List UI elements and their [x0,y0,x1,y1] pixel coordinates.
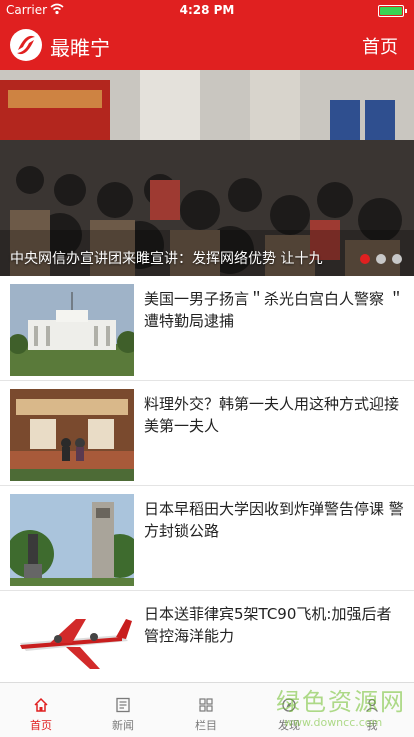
news-thumbnail [10,599,134,691]
app-logo [10,29,42,61]
tab-home[interactable]: 首页 [0,683,82,737]
news-thumbnail [10,284,134,376]
banner-caption: 中央网信办宣讲团来睢宣讲：发挥网络优势 让十九 [10,251,323,267]
grid-icon [199,698,213,712]
tab-label: 新闻 [112,719,134,732]
carousel-indicator [360,254,402,264]
news-thumbnail [10,494,134,586]
battery-icon [378,5,407,17]
news-title: 日本早稻田大学因收到炸弹警告停课 警方封锁公路 [144,500,404,540]
watermark-url: www.downcc.com [284,716,383,729]
tab-columns[interactable]: 栏目 [165,683,247,737]
news-thumbnail [10,389,134,481]
banner-photo [0,70,414,276]
news-item[interactable]: 日本送菲律宾5架TC90飞机:加强后者管控海洋能力 [0,591,414,696]
carousel-dot[interactable] [376,254,386,264]
news-item[interactable]: 日本早稻田大学因收到炸弹警告停课 警方封锁公路 [0,486,414,591]
news-list: 美国一男子扬言＂杀光白宫白人警察 ＂遭特勤局逮捕 料理外交？韩第一夫人用这种方式… [0,276,414,696]
news-title: 料理外交？韩第一夫人用这种方式迎接美第一夫人 [144,395,400,435]
app-title: 最睢宁 [50,36,110,60]
news-title: 美国一男子扬言＂杀光白宫白人警察 ＂遭特勤局逮捕 [144,290,404,330]
home-link[interactable]: 首页 [362,33,398,59]
carousel-dot[interactable] [392,254,402,264]
status-bar: Carrier 4:28 PM [0,0,414,20]
banner-carousel[interactable]: 中央网信办宣讲团来睢宣讲：发挥网络优势 让十九 [0,70,414,276]
carousel-dot[interactable] [360,254,370,264]
tab-label: 首页 [30,719,52,732]
watermark-text: 绿色资源网 [276,688,406,716]
tab-news[interactable]: 新闻 [82,683,164,737]
news-icon [116,697,130,713]
home-icon [34,697,48,712]
news-item[interactable]: 料理外交？韩第一夫人用这种方式迎接美第一夫人 [0,381,414,486]
tab-label: 栏目 [195,719,217,732]
clock: 4:28 PM [179,3,235,17]
nav-bar: 最睢宁 首页 [0,20,414,70]
news-title: 日本送菲律宾5架TC90飞机:加强后者管控海洋能力 [144,605,392,645]
news-item[interactable]: 美国一男子扬言＂杀光白宫白人警察 ＂遭特勤局逮捕 [0,276,414,381]
